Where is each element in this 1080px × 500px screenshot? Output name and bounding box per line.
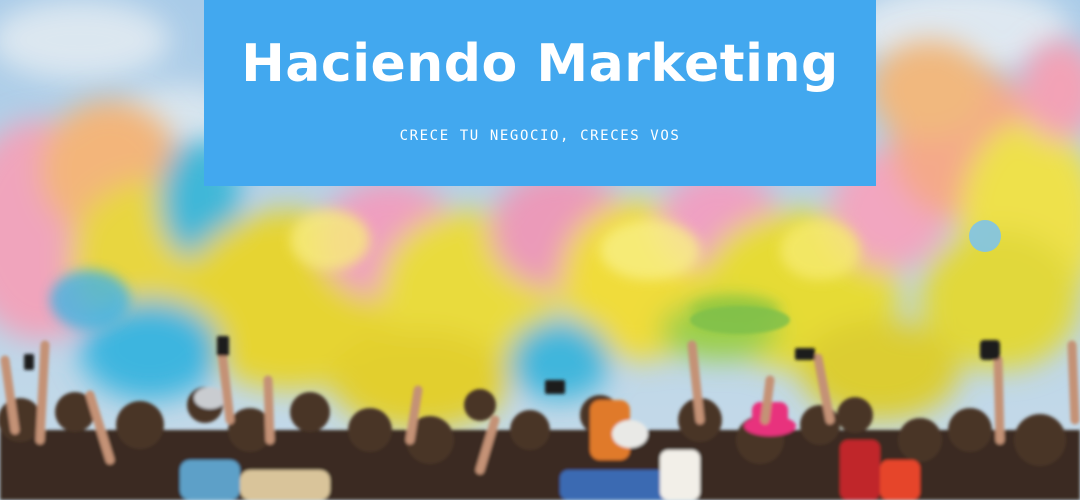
title-panel: Haciendo Marketing CRECE TU NEGOCIO, CRE… bbox=[204, 0, 876, 186]
banner-image: Haciendo Marketing CRECE TU NEGOCIO, CRE… bbox=[0, 0, 1080, 500]
balloon bbox=[969, 220, 1001, 252]
banner-title: Haciendo Marketing bbox=[241, 34, 839, 94]
banner-subtitle: CRECE TU NEGOCIO, CRECES VOS bbox=[399, 128, 681, 144]
